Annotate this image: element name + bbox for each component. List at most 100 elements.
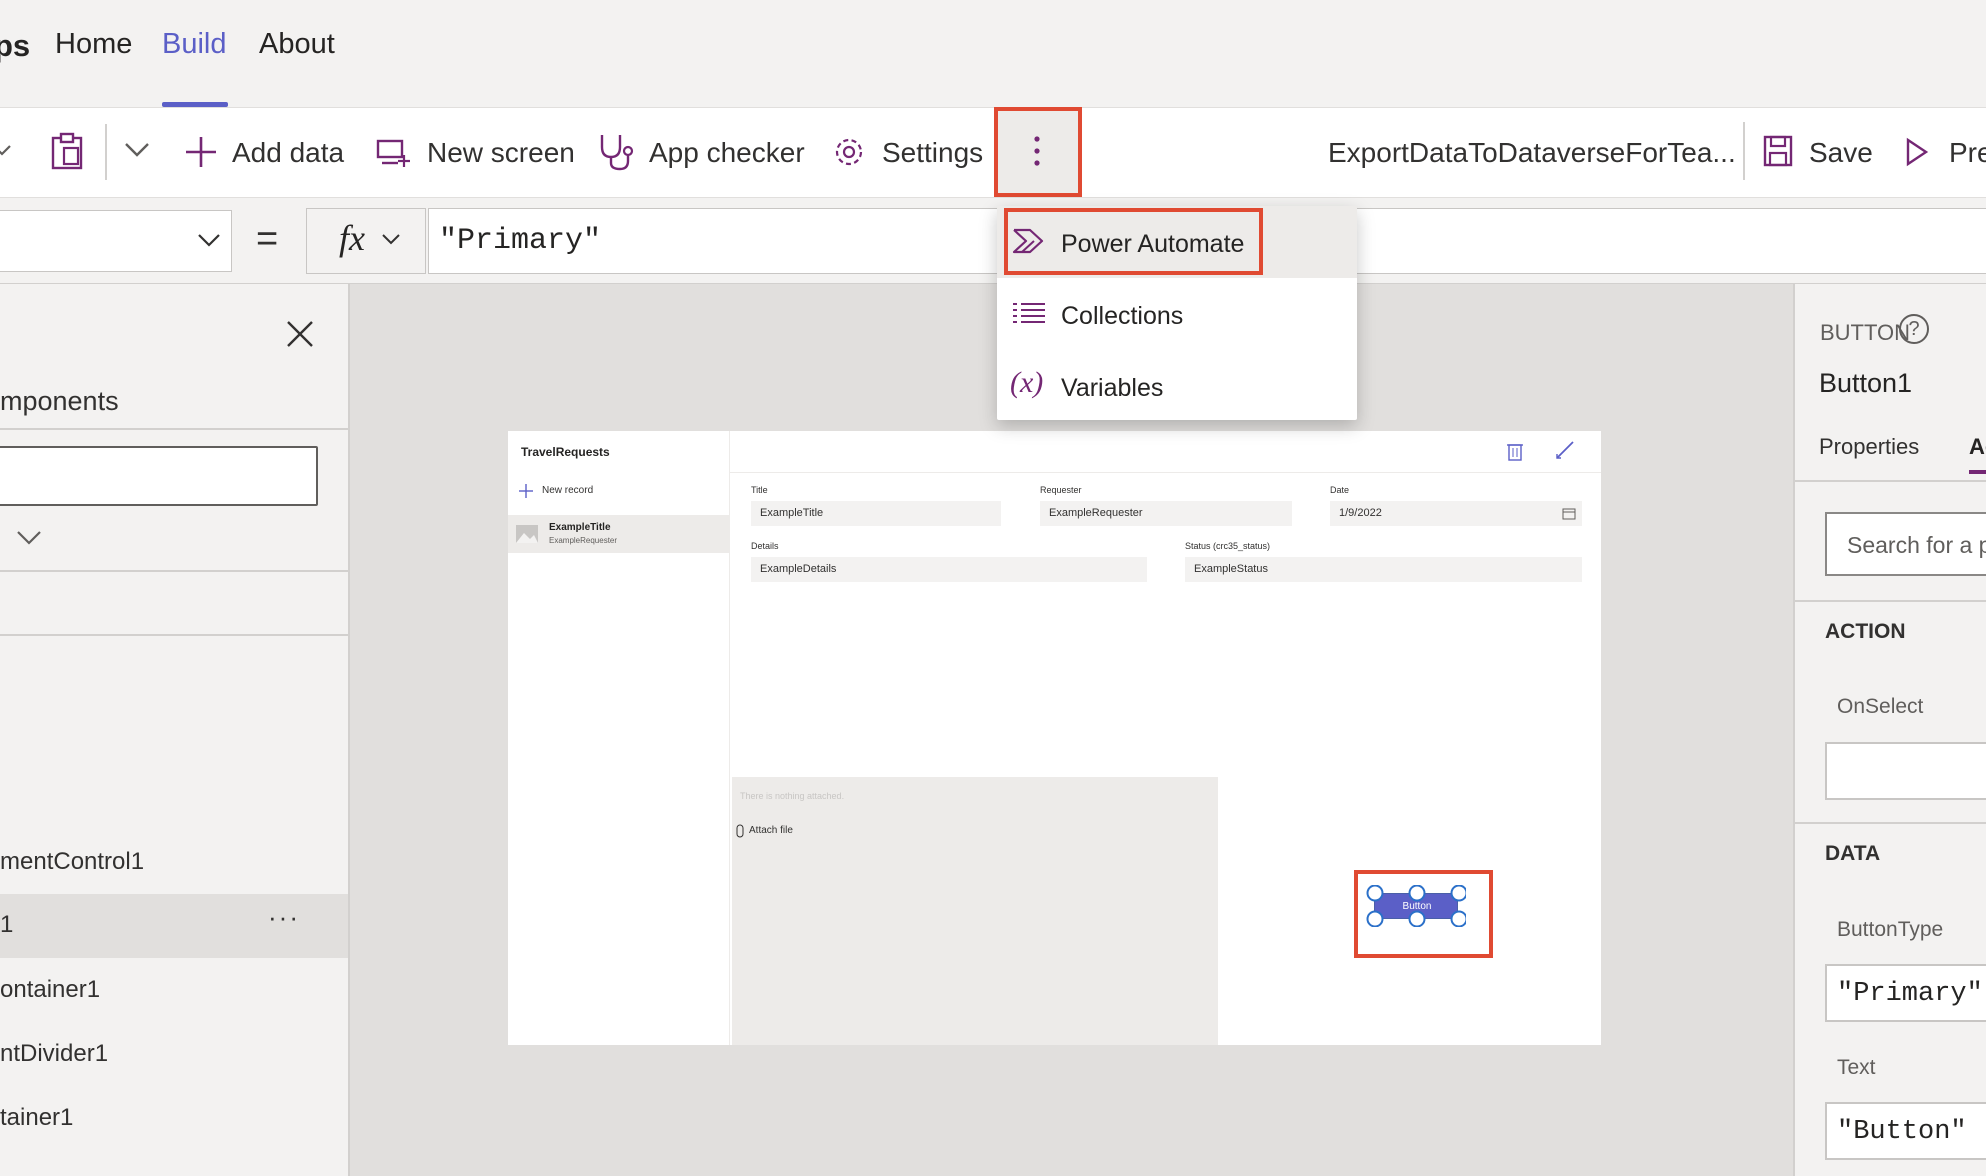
attach-file-link[interactable]: Attach file [749,825,793,836]
tree-item[interactable]: mentControl1 [0,848,144,876]
divider [0,428,348,430]
formula-text: "Primary" [439,224,602,258]
section-action: ACTION [1825,620,1906,643]
tab-home[interactable]: Home [55,28,132,61]
new-record-label: New record [542,485,594,496]
tab-advanced[interactable]: Ad [1969,434,1986,460]
gear-icon [832,135,866,174]
control-type: BUTTON [1820,320,1911,345]
new-screen-label: New screen [427,137,575,168]
highlight-power-automate [1004,208,1263,275]
item-title: ExampleTitle [549,522,611,533]
app-name[interactable]: ExportDataToDataverseForTea... [1328,137,1736,169]
gallery-title: TravelRequests [521,445,610,459]
chevron-down-icon[interactable] [0,138,12,169]
active-tab-underline [162,102,228,107]
settings-label: Settings [882,137,984,168]
property-search-input[interactable]: Search for a p [1825,512,1986,576]
tab-about[interactable]: About [259,28,335,61]
tree-item[interactable]: ontainer1 [0,976,100,1004]
requester-field[interactable]: ExampleRequester [1040,501,1292,526]
panel-tab-components[interactable]: mponents [0,386,119,417]
divider [1795,822,1986,824]
more-options-icon[interactable]: ··· [268,902,300,933]
menu-label: Collections [1061,302,1184,330]
date-label: Date [1330,485,1350,495]
chevron-down-icon [197,233,221,254]
menu-label: Variables [1061,374,1164,402]
new-screen-button[interactable]: New screen [376,133,576,173]
delete-icon[interactable] [1507,441,1523,466]
list-item[interactable]: ExampleTitle ExampleRequester [508,515,730,553]
attachments-control[interactable]: There is nothing attached. Attach file [732,777,1218,1045]
tab-properties[interactable]: Properties [1819,434,1919,460]
divider [1795,480,1986,482]
variables-icon: (x) [1010,366,1044,399]
command-toolbar: Add data New screen App checker Settings… [0,107,1986,198]
highlight-button [1354,870,1493,958]
collections-icon [1013,302,1045,329]
tree-item[interactable]: tainer1 [0,1104,73,1132]
tree-item[interactable]: ntDivider1 [0,1040,108,1068]
properties-panel: BUTTON ? Button1 Properties Ad Search fo… [1793,284,1986,1176]
save-icon [1763,135,1793,172]
onselect-input[interactable] [1825,742,1986,800]
status-field[interactable]: ExampleStatus [1185,557,1582,582]
text-value: "Button" [1837,1117,1967,1147]
form-header [730,431,1601,473]
app-title-fragment: ps [0,28,31,63]
tree-item-selected[interactable]: 1 ··· [0,894,348,958]
plus-icon [518,483,534,504]
more-commands-menu: Power Automate Collections (x) Variables [997,206,1357,420]
search-placeholder: Search for a p [1847,532,1986,558]
calendar-icon[interactable] [1562,507,1576,523]
date-field[interactable]: 1/9/2022 [1330,501,1582,526]
plus-icon [184,135,218,174]
item-subtitle: ExampleRequester [549,536,618,545]
records-gallery: TravelRequests New record ExampleTitle E… [508,431,730,1045]
search-input[interactable] [0,446,318,506]
app-checker-label: App checker [649,137,805,168]
chevron-down-icon[interactable] [16,530,42,551]
add-data-button[interactable]: Add data [182,133,352,173]
settings-button[interactable]: Settings [832,133,992,173]
tree-view-panel: mponents mentControl1 1 ··· ontainer1 nt… [0,284,350,1176]
text-input[interactable]: "Button" [1825,1102,1986,1160]
function-button[interactable]: fx [306,208,426,274]
toolbar-divider-right [1743,122,1745,180]
help-icon[interactable]: ? [1899,314,1929,344]
section-data: DATA [1825,842,1881,865]
menu-item-variables[interactable]: (x) Variables [997,350,1357,420]
app-checker-button[interactable]: App checker [598,133,808,173]
chevron-down-icon [381,233,401,252]
play-icon [1905,137,1929,172]
tab-build[interactable]: Build [162,28,227,61]
control-name[interactable]: Button1 [1819,368,1912,399]
paste-options-chevron-icon[interactable] [124,141,150,164]
edit-icon[interactable] [1554,439,1576,466]
image-placeholder-icon [516,525,538,548]
details-field[interactable]: ExampleDetails [751,557,1147,582]
close-icon[interactable] [284,318,316,355]
property-dropdown[interactable] [0,210,232,272]
details-label: Details [751,541,779,551]
fx-icon: fx [339,218,365,258]
save-label: Save [1809,137,1873,168]
buttontype-input[interactable]: "Primary" [1825,964,1986,1022]
new-screen-icon [376,139,410,172]
preview-button[interactable]: Pre [1903,133,1986,173]
date-value: 1/9/2022 [1339,507,1382,519]
top-nav: ps Home Build About [0,0,1986,108]
title-field[interactable]: ExampleTitle [751,501,1001,526]
tree-item-label: 1 [0,911,14,938]
divider [0,570,348,572]
menu-item-collections[interactable]: Collections [997,278,1357,350]
onselect-label: OnSelect [1837,695,1924,718]
save-button[interactable]: Save [1763,133,1883,173]
new-record-button[interactable]: New record [518,483,658,501]
buttontype-value: "Primary" [1837,979,1983,1009]
highlight-more-commands [994,107,1082,197]
text-label: Text [1837,1056,1876,1079]
preview-label: Pre [1949,137,1986,168]
paste-icon[interactable] [50,132,84,175]
